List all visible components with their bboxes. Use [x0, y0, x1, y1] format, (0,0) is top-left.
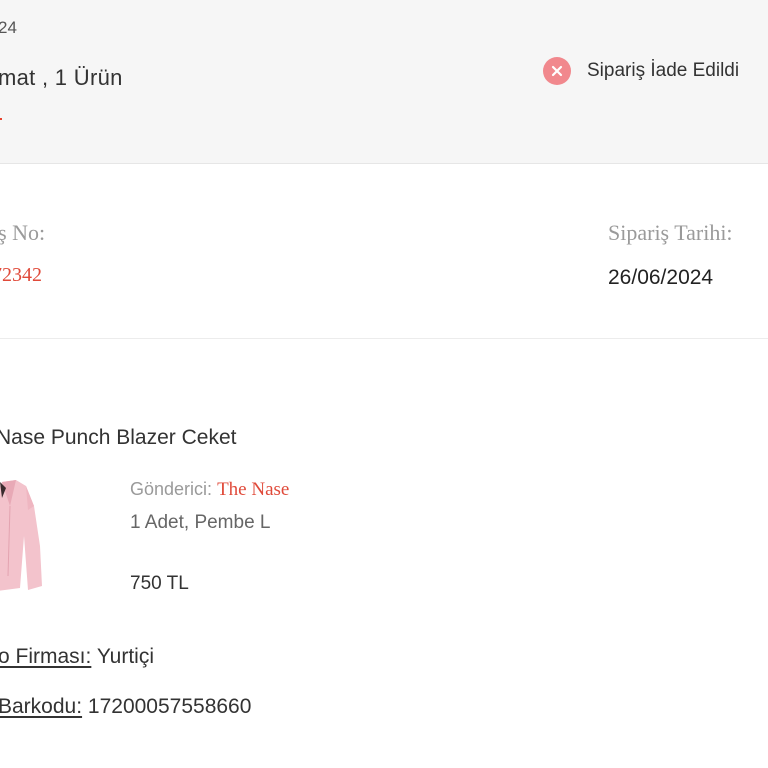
shipping-carrier-value: Yurtiçi [96, 645, 154, 668]
order-date-value: 26/06/2024 [608, 266, 714, 289]
order-info-section: iş No: 72342 Sipariş Tarihi: 26/06/2024 [0, 164, 768, 339]
order-status-text: Sipariş İade Edildi [587, 60, 740, 81]
close-circle-icon [543, 57, 571, 85]
order-number-label: iş No: [0, 220, 46, 245]
order-header-date: 24 [0, 18, 17, 37]
shipping-barcode: Barkodu: 17200057558660 [0, 695, 251, 719]
accent-mark [0, 118, 2, 120]
product-name[interactable]: Nase Punch Blazer Ceket [0, 426, 236, 450]
shipping-barcode-label: Barkodu: [0, 695, 83, 718]
sender-label: Gönderici: [130, 479, 213, 499]
order-date-label: Sipariş Tarihi: [608, 220, 733, 245]
shipping-barcode-value: 17200057558660 [87, 695, 252, 718]
product-quantity-variant: 1 Adet, Pembe L [130, 512, 271, 533]
order-number-value[interactable]: 72342 [0, 264, 42, 287]
order-summary: mat , 1 Ürün [0, 65, 123, 90]
shipping-carrier: o Firması: Yurtiçi [0, 645, 154, 669]
product-image[interactable] [0, 476, 46, 594]
sender-link[interactable]: The Nase [217, 479, 289, 500]
order-header: 24 mat , 1 Ürün Sipariş İade Edildi [0, 0, 768, 164]
product-price: 750 TL [130, 573, 189, 594]
blazer-image [0, 480, 42, 591]
order-status-badge: Sipariş İade Edildi [543, 56, 739, 86]
product-sender: Gönderici: The Nase [130, 479, 289, 501]
shipping-carrier-label: o Firması: [0, 645, 92, 668]
